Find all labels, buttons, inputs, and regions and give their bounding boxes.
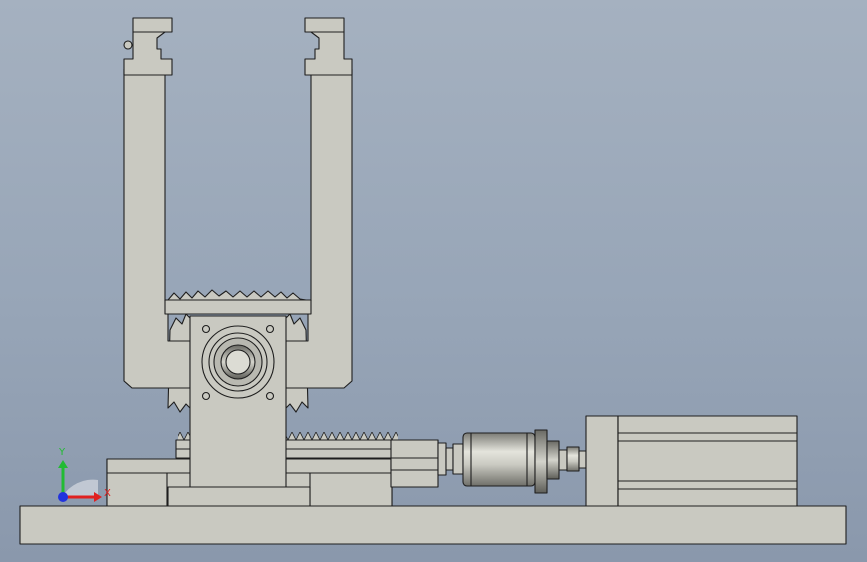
screw-hole-icon	[201, 391, 211, 401]
x-axis-label: X	[104, 488, 111, 499]
screw-hole-icon	[201, 324, 211, 334]
air-cylinder	[585, 415, 798, 507]
screw-hole-icon	[265, 391, 275, 401]
cad-model-drawing: X Y	[19, 17, 847, 545]
floating-joint	[437, 432, 536, 487]
y-axis-label: Y	[58, 447, 66, 458]
lock-nuts	[534, 429, 587, 494]
base-plate	[19, 505, 847, 545]
coordinate-triad: X Y	[58, 447, 111, 502]
cad-viewport[interactable]: X Y	[0, 0, 867, 562]
z-axis-dot	[58, 492, 68, 502]
screw-hole-icon	[265, 324, 275, 334]
y-axis-arrowhead	[58, 460, 68, 468]
jaw-crossbar	[164, 299, 312, 315]
